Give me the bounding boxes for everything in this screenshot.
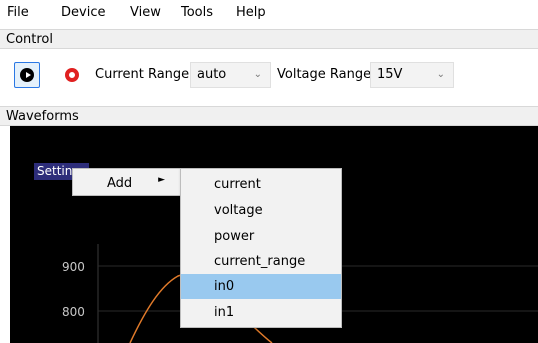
menu-view[interactable]: View: [130, 5, 161, 20]
menu-file[interactable]: File: [7, 5, 29, 20]
submenu-item-voltage[interactable]: voltage: [181, 198, 341, 223]
play-icon: [20, 68, 34, 82]
menu-help[interactable]: Help: [236, 5, 266, 20]
record-icon: [65, 68, 79, 82]
chevron-down-icon: ⌄: [436, 69, 445, 80]
add-submenu: current voltage power current_range in0 …: [180, 168, 342, 328]
control-toolbar: Current Range auto ⌄ Voltage Range 15V ⌄: [0, 53, 538, 99]
record-button[interactable]: [59, 62, 85, 88]
menu-bar: File Device View Tools Help: [0, 0, 538, 26]
current-range-select[interactable]: auto ⌄: [190, 62, 271, 88]
submenu-arrow-icon: ►: [158, 175, 165, 185]
context-menu: Add ►: [72, 168, 181, 196]
submenu-item-in0[interactable]: in0: [181, 274, 341, 299]
voltage-range-value: 15V: [377, 67, 403, 82]
play-button[interactable]: [14, 62, 40, 88]
submenu-item-current[interactable]: current: [181, 172, 341, 197]
submenu-item-current-range[interactable]: current_range: [181, 249, 341, 274]
waveforms-section-header: Waveforms: [0, 106, 538, 126]
y-tick-label: 900: [62, 260, 85, 274]
menu-device[interactable]: Device: [61, 5, 105, 20]
submenu-item-power[interactable]: power: [181, 224, 341, 249]
current-range-label: Current Range: [95, 67, 190, 82]
menu-tools[interactable]: Tools: [181, 5, 213, 20]
menu-item-add[interactable]: Add: [107, 176, 132, 191]
chevron-down-icon: ⌄: [253, 69, 262, 80]
voltage-range-select[interactable]: 15V ⌄: [370, 62, 454, 88]
voltage-range-label: Voltage Range: [277, 67, 372, 82]
current-range-value: auto: [197, 67, 227, 82]
submenu-item-in1[interactable]: in1: [181, 300, 341, 325]
control-section-header: Control: [0, 29, 538, 49]
y-tick-label: 800: [62, 305, 85, 319]
